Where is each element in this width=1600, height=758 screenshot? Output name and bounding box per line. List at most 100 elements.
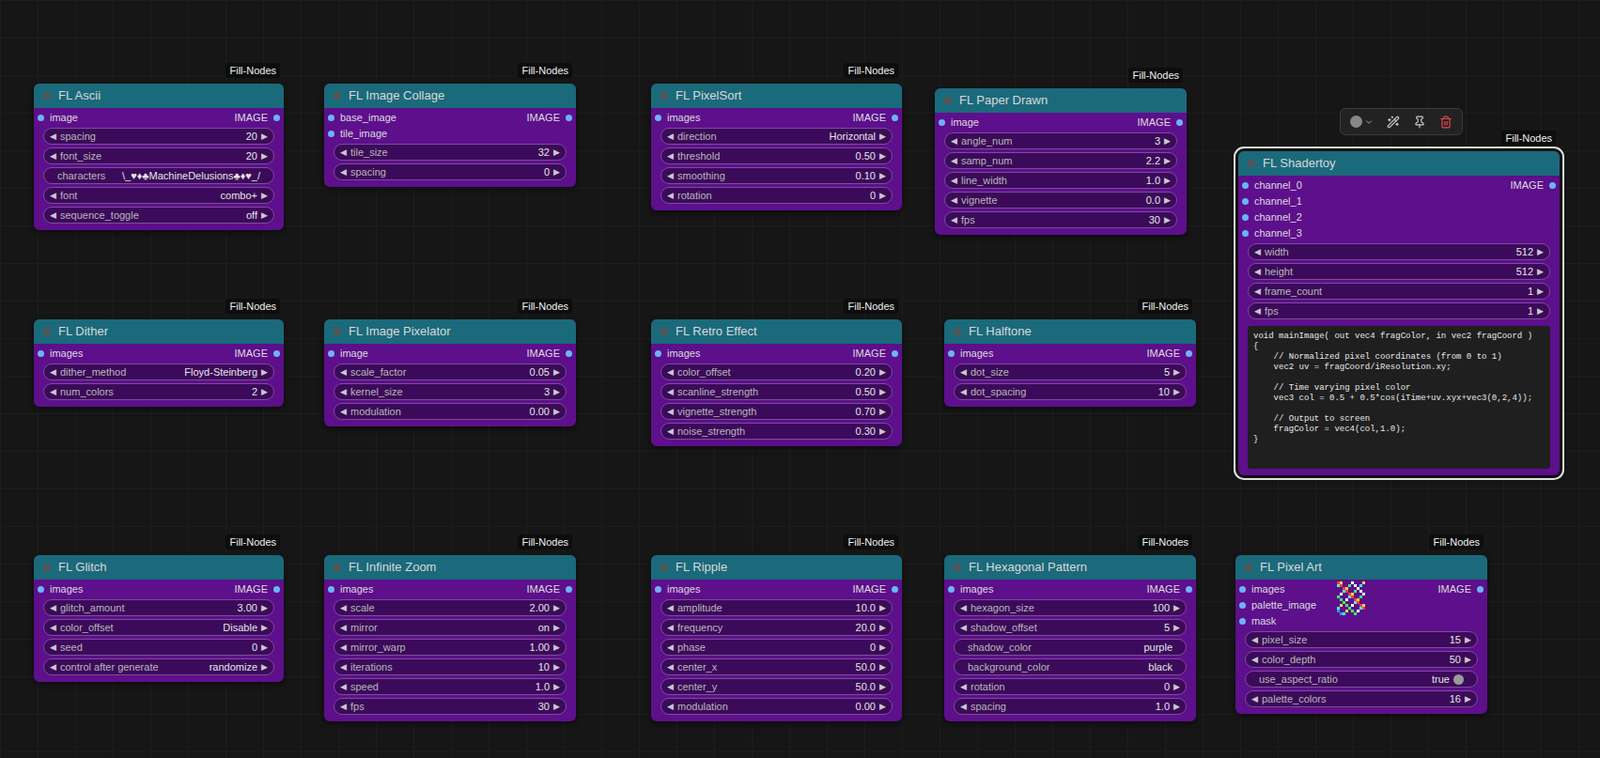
decrement-arrow[interactable]: ◀ [340,601,347,615]
node-header[interactable]: FL Ascii [33,83,284,109]
number-widget[interactable]: ◀speed1.0▶ [333,678,567,696]
collapse-dot[interactable] [1247,159,1256,168]
increment-arrow[interactable]: ▶ [879,129,886,143]
input-dot[interactable] [1242,182,1249,189]
input-slot[interactable]: images [324,581,528,598]
increment-arrow[interactable]: ▶ [879,660,886,674]
increment-arrow[interactable]: ▶ [879,404,886,419]
increment-arrow[interactable]: ▶ [1173,365,1181,379]
number-widget[interactable]: ◀samp_num2.2▶ [944,152,1178,170]
combo-widget[interactable]: ◀sequence_toggleoff▶ [43,206,275,224]
number-widget[interactable]: ◀fps1▶ [1247,302,1551,320]
number-widget[interactable]: ◀phase0▶ [660,638,893,656]
increment-arrow[interactable]: ▶ [553,365,560,379]
node-header[interactable]: FL Halftone [944,319,1197,344]
collapse-dot[interactable] [43,327,51,336]
input-dot[interactable] [654,350,662,358]
node-header[interactable]: FL Paper Drawn [934,88,1187,113]
collapse-dot[interactable] [953,327,962,336]
increment-arrow[interactable]: ▶ [1173,621,1181,635]
number-widget[interactable]: ◀glitch_amount3.00▶ [43,599,275,617]
toggle-widget[interactable]: use_aspect_ratiotrue [1244,670,1478,688]
collapse-dot[interactable] [1244,563,1253,572]
number-widget[interactable]: ◀palette_colors16▶ [1244,690,1478,708]
number-widget[interactable]: ◀line_width1.0▶ [944,171,1178,189]
number-widget[interactable]: ◀dot_spacing10▶ [953,383,1187,401]
output-dot[interactable] [565,350,573,358]
input-dot[interactable] [37,350,45,358]
decrement-arrow[interactable]: ◀ [49,208,57,222]
number-widget[interactable]: ◀fps30▶ [333,698,567,715]
number-widget[interactable]: ◀tile_size32▶ [333,143,567,161]
input-dot[interactable] [654,586,662,593]
output-dot[interactable] [1176,119,1183,126]
increment-arrow[interactable]: ▶ [1164,173,1171,187]
number-widget[interactable]: ◀frame_count1▶ [1247,282,1551,300]
input-slot[interactable]: images [651,109,854,126]
collapse-dot[interactable] [333,327,342,336]
output-slot[interactable]: IMAGE [234,345,284,362]
number-widget[interactable]: ◀angle_num3▶ [944,132,1178,150]
decrement-arrow[interactable]: ◀ [49,129,57,143]
output-slot[interactable]: IMAGE [853,345,902,362]
input-dot[interactable] [1239,618,1246,625]
trash-icon[interactable] [1439,115,1453,129]
node-header[interactable]: FL Glitch [33,555,284,580]
number-widget[interactable]: ◀font_size20▶ [43,147,275,165]
input-slot[interactable]: mask [1235,613,1337,630]
number-widget[interactable]: ◀color_depth50▶ [1244,651,1478,668]
input-dot[interactable] [1242,230,1249,237]
node-header[interactable]: FL Infinite Zoom [324,555,576,580]
increment-arrow[interactable]: ▶ [553,601,560,615]
input-slot[interactable]: tile_image [324,125,528,142]
node-header[interactable]: FL Image Collage [324,83,576,109]
increment-arrow[interactable]: ▶ [261,621,268,635]
number-widget[interactable]: ◀vignette_strength0.70▶ [660,403,893,420]
increment-arrow[interactable]: ▶ [261,385,268,399]
wand-icon[interactable] [1386,115,1400,129]
decrement-arrow[interactable]: ◀ [667,169,674,183]
code-editor[interactable]: void mainImage( out vec4 fragColor, in v… [1247,326,1551,469]
increment-arrow[interactable]: ▶ [553,621,560,635]
increment-arrow[interactable]: ▶ [553,699,560,714]
increment-arrow[interactable]: ▶ [553,680,560,694]
number-widget[interactable]: ◀modulation0.00▶ [660,698,893,715]
output-slot[interactable]: IMAGE [234,109,284,126]
increment-arrow[interactable]: ▶ [261,640,268,654]
output-dot[interactable] [273,586,280,593]
decrement-arrow[interactable]: ◀ [340,640,347,654]
decrement-arrow[interactable]: ◀ [667,385,674,399]
increment-arrow[interactable]: ▶ [553,404,560,419]
output-dot[interactable] [1549,182,1556,189]
output-slot[interactable]: IMAGE [853,109,902,126]
increment-arrow[interactable]: ▶ [553,640,560,654]
number-widget[interactable]: ◀iterations10▶ [333,658,567,676]
decrement-arrow[interactable]: ◀ [340,621,347,635]
increment-arrow[interactable]: ▶ [879,188,886,202]
output-slot[interactable]: IMAGE [1510,177,1560,194]
increment-arrow[interactable]: ▶ [1537,245,1544,259]
number-widget[interactable]: ◀vignette0.0▶ [944,191,1178,209]
increment-arrow[interactable]: ▶ [879,640,886,654]
input-dot[interactable] [327,114,335,122]
node[interactable]: Fill-NodesFL DitherimagesIMAGE◀dither_me… [33,319,284,407]
increment-arrow[interactable]: ▶ [1164,213,1171,227]
collapse-dot[interactable] [944,96,952,105]
text-widget[interactable]: characters\_♥♦♣MachineDelusions♣♦♥_/ [43,167,275,185]
decrement-arrow[interactable]: ◀ [950,173,958,187]
color-picker-button[interactable] [1350,115,1374,128]
input-slot[interactable]: images [944,581,1148,598]
input-slot[interactable]: base_image [324,109,528,126]
decrement-arrow[interactable]: ◀ [340,660,347,674]
increment-arrow[interactable]: ▶ [261,188,268,202]
combo-widget[interactable]: ◀mirroron▶ [333,619,567,637]
input-slot[interactable]: images [1235,581,1337,598]
output-slot[interactable]: IMAGE [1147,345,1197,362]
increment-arrow[interactable]: ▶ [879,699,886,714]
input-dot[interactable] [654,114,662,122]
decrement-arrow[interactable]: ◀ [960,621,967,635]
decrement-arrow[interactable]: ◀ [1254,245,1261,259]
input-slot[interactable]: images [944,345,1148,362]
decrement-arrow[interactable]: ◀ [667,129,674,143]
decrement-arrow[interactable]: ◀ [960,601,967,615]
